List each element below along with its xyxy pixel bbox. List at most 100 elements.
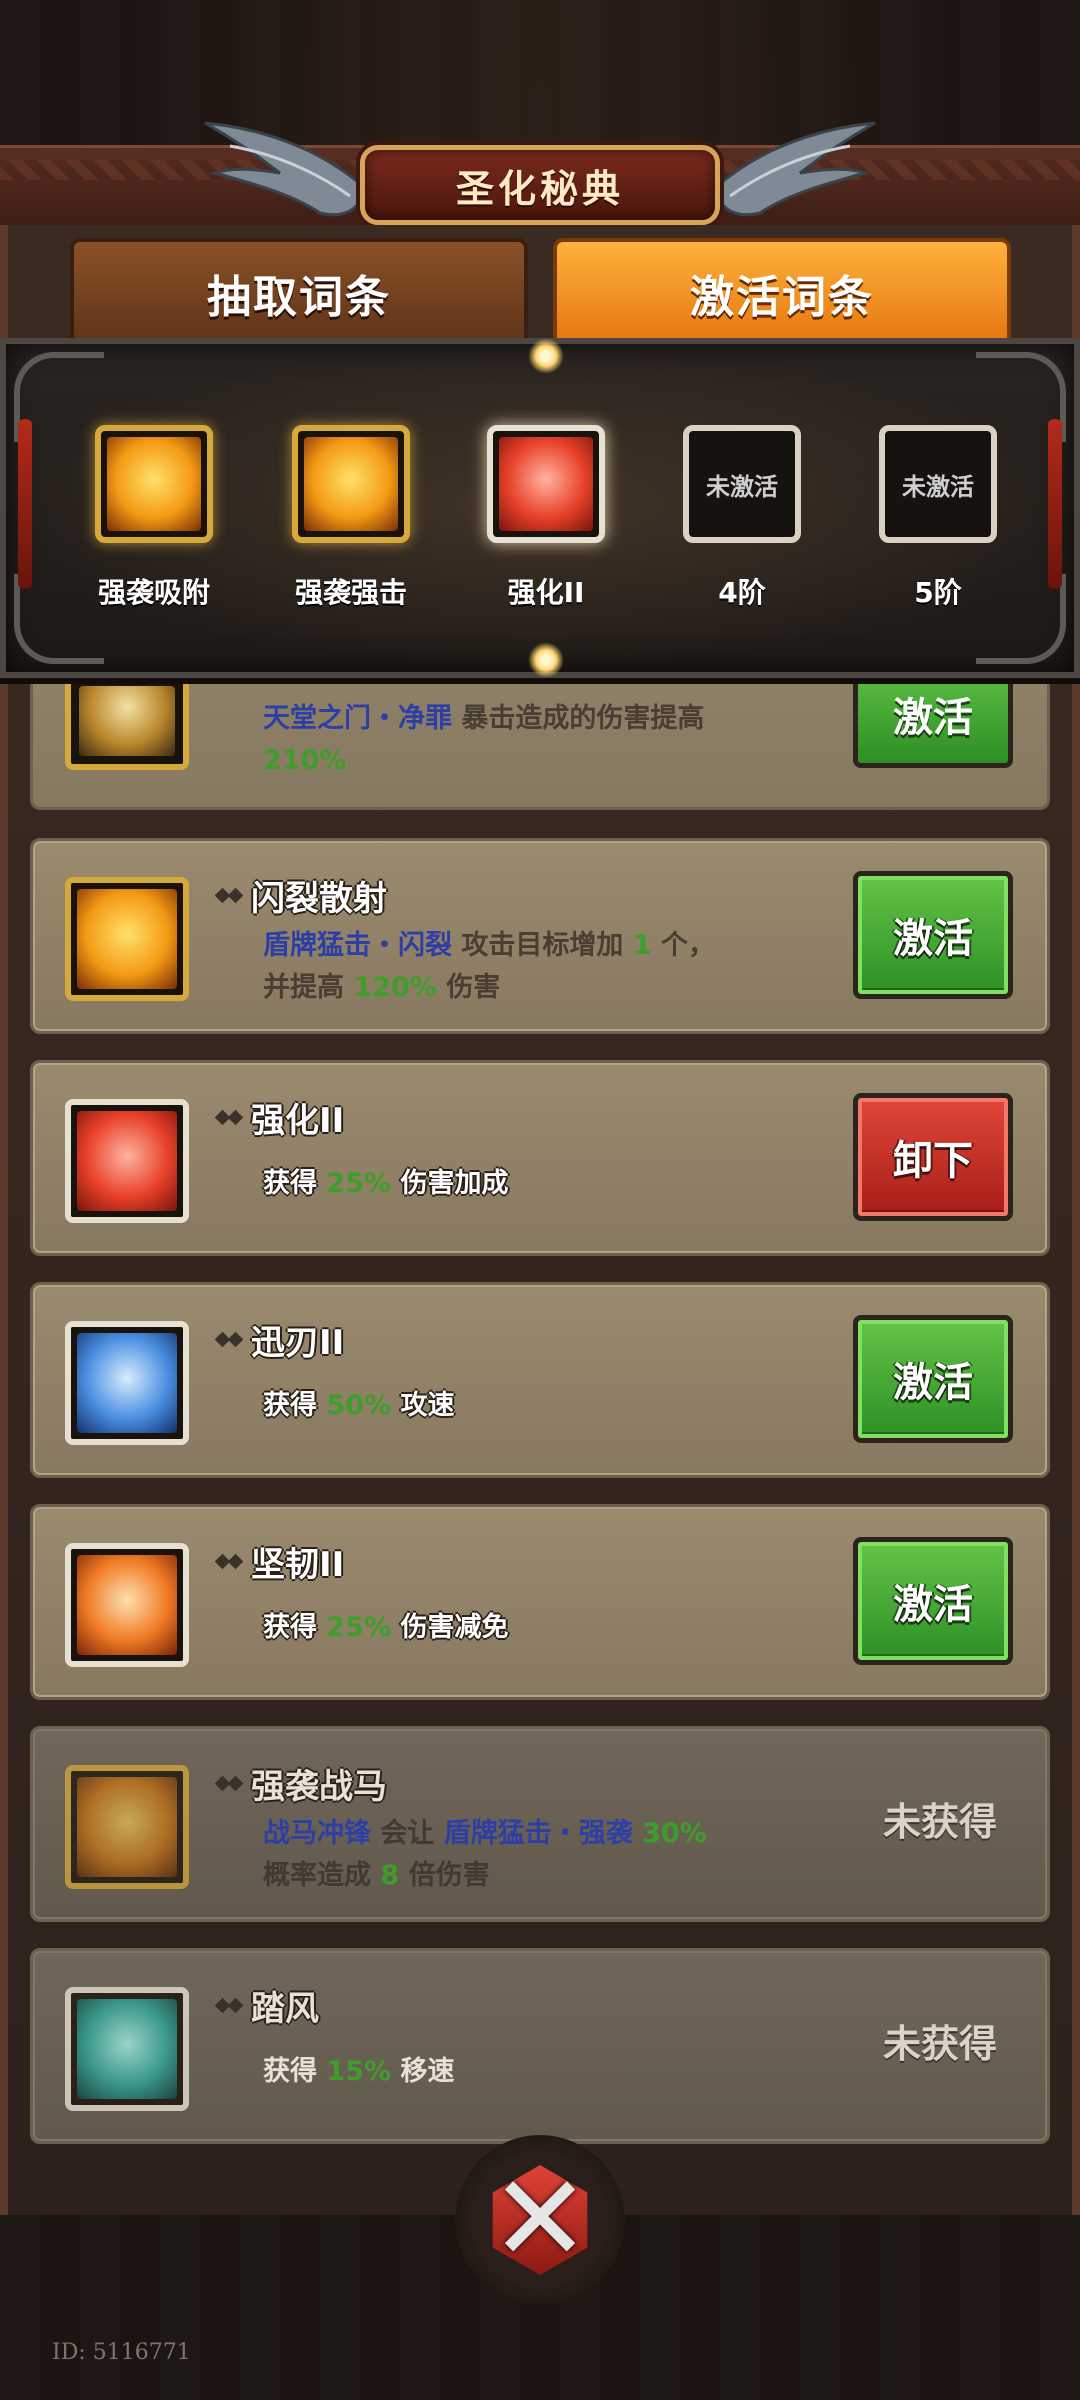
skill-name: 盾牌猛击・强袭 bbox=[443, 1818, 633, 1849]
wind-step-icon bbox=[77, 1999, 177, 2099]
not-obtained-status: 未获得 bbox=[882, 1800, 997, 1844]
not-obtained-status: 未获得 bbox=[882, 2022, 997, 2066]
slot-icon-frame bbox=[487, 425, 605, 543]
list-item: 迅刃II 获得 50% 攻速 激活 bbox=[30, 1282, 1050, 1478]
slot-label: 4阶 bbox=[718, 576, 766, 609]
slot-label: 强袭强击 bbox=[294, 576, 407, 609]
list-item: 坚韧II 获得 25% 伤害减免 激活 bbox=[30, 1504, 1050, 1700]
left-wing-icon bbox=[204, 121, 367, 217]
icon-box bbox=[65, 668, 189, 770]
activate-button[interactable]: 激活 bbox=[853, 871, 1013, 999]
desc-text: 暴击造成的伤害提高 bbox=[461, 703, 705, 734]
entry-description: 盾牌猛击・闪裂 攻击目标增加 1 个， 并提高 120% 伤害 bbox=[263, 925, 843, 1009]
skill-name: 战马冲锋 bbox=[263, 1818, 371, 1849]
shield-strike-icon bbox=[304, 437, 398, 531]
entry-title: 踏风 bbox=[251, 1989, 319, 2029]
list-item: 强袭战马 战马冲锋 会让 盾牌猛击・强袭 30% 概率造成 8 倍伤害 未获得 bbox=[30, 1726, 1050, 1922]
shield-strike-icon bbox=[107, 437, 201, 531]
side-ornament bbox=[1048, 419, 1062, 589]
locked-slot: 未激活 bbox=[879, 425, 997, 543]
equipped-slots-bar: 强袭吸附 强袭强击 强化II 未激活 4阶 未激活 5阶 bbox=[0, 338, 1080, 678]
desc-text: 移速 bbox=[400, 2056, 455, 2087]
diamond-bullet-icon bbox=[217, 1105, 243, 1131]
value-text: 210% bbox=[263, 745, 347, 776]
tab-activate-entries[interactable]: 激活词条 bbox=[553, 238, 1011, 348]
desc-text: 获得 bbox=[263, 1390, 317, 1421]
desc-text: 获得 bbox=[263, 1612, 317, 1643]
icon-box bbox=[65, 877, 189, 1001]
slot-5[interactable]: 未激活 5阶 bbox=[868, 419, 1008, 619]
page-title: 圣化秘典 bbox=[360, 145, 720, 225]
close-button[interactable]: ✕ bbox=[455, 2135, 625, 2305]
desc-text: 倍伤害 bbox=[408, 1860, 490, 1891]
activate-button[interactable]: 激活 bbox=[853, 668, 1013, 768]
activate-button[interactable]: 激活 bbox=[853, 1315, 1013, 1443]
desc-text: 伤害加成 bbox=[400, 1168, 509, 1199]
value-text: 1 bbox=[632, 930, 652, 961]
desc-text: 会让 bbox=[380, 1818, 435, 1849]
entry-description: 天堂之门・净罪 暴击造成的伤害提高 210% bbox=[263, 698, 843, 782]
slot-icon-frame bbox=[95, 425, 213, 543]
value-text: 25% bbox=[326, 1168, 392, 1199]
value-text: 120% bbox=[353, 972, 437, 1003]
desc-text: 概率造成 bbox=[263, 1860, 371, 1891]
icon-box bbox=[65, 1321, 189, 1445]
activate-button[interactable]: 激活 bbox=[853, 1537, 1013, 1665]
icon-box bbox=[65, 1765, 189, 1889]
icon-box bbox=[65, 1099, 189, 1223]
entry-description: 战马冲锋 会让 盾牌猛击・强袭 30% 概率造成 8 倍伤害 bbox=[263, 1813, 843, 1897]
diamond-bullet-icon bbox=[217, 1771, 243, 1797]
heaven-gate-icon bbox=[79, 686, 175, 756]
diamond-bullet-icon bbox=[217, 1327, 243, 1353]
skill-name: 盾牌猛击・闪裂 bbox=[263, 930, 452, 961]
entry-title: 迅刃II bbox=[251, 1323, 345, 1363]
diamond-bullet-icon bbox=[217, 1549, 243, 1575]
slot-label: 5阶 bbox=[914, 576, 962, 609]
icon-box bbox=[65, 1987, 189, 2111]
user-id: ID: 5116771 bbox=[52, 2340, 191, 2365]
locked-slot: 未激活 bbox=[683, 425, 801, 543]
entry-title: 坚韧II bbox=[251, 1545, 345, 1585]
desc-text: 并提高 bbox=[263, 972, 344, 1003]
sparkle-icon bbox=[528, 338, 564, 374]
desc-text: 获得 bbox=[263, 1168, 317, 1199]
icon-box bbox=[65, 1543, 189, 1667]
power-burst-icon bbox=[499, 437, 593, 531]
slot-icon-frame bbox=[292, 425, 410, 543]
sparkle-icon bbox=[528, 642, 564, 678]
slot-2[interactable]: 强袭强击 bbox=[281, 419, 421, 619]
shield-strike-icon bbox=[77, 1777, 177, 1877]
slot-4[interactable]: 未激活 4阶 bbox=[672, 419, 812, 619]
desc-text: 个， bbox=[661, 930, 716, 961]
slot-1[interactable]: 强袭吸附 bbox=[84, 419, 224, 619]
entry-title: 强袭战马 bbox=[251, 1767, 387, 1807]
entry-description: 获得 25% 伤害加成 bbox=[263, 1163, 843, 1205]
close-icon: ✕ bbox=[489, 2150, 591, 2289]
skill-name: 天堂之门・净罪 bbox=[263, 703, 452, 734]
unequip-button[interactable]: 卸下 bbox=[853, 1093, 1013, 1221]
value-text: 50% bbox=[326, 1390, 392, 1421]
slot-label: 强化II bbox=[507, 576, 585, 609]
entry-title: 闪裂散射 bbox=[251, 879, 387, 919]
slot-3[interactable]: 强化II bbox=[476, 419, 616, 619]
list-item: 强化II 获得 25% 伤害加成 卸下 bbox=[30, 1060, 1050, 1256]
list-item: 天堂之门・净罪 暴击造成的伤害提高 210% 激活 bbox=[30, 668, 1050, 810]
power-burst-icon bbox=[77, 1111, 177, 1211]
swift-blade-icon bbox=[77, 1333, 177, 1433]
desc-text: 攻击目标增加 bbox=[461, 930, 624, 961]
list-item: 踏风 获得 15% 移速 未获得 bbox=[30, 1948, 1050, 2144]
value-text: 8 bbox=[380, 1860, 400, 1891]
tab-draw-entries[interactable]: 抽取词条 bbox=[70, 238, 528, 348]
desc-text: 伤害 bbox=[446, 972, 501, 1003]
list-item: 闪裂散射 盾牌猛击・闪裂 攻击目标增加 1 个， 并提高 120% 伤害 激活 bbox=[30, 838, 1050, 1034]
shield-flash-icon bbox=[77, 889, 177, 989]
slot-label: 强袭吸附 bbox=[97, 576, 210, 609]
star-shield-icon bbox=[77, 1555, 177, 1655]
entry-description: 获得 15% 移速 bbox=[263, 2051, 843, 2093]
right-wing-icon bbox=[713, 121, 876, 217]
desc-text: 攻速 bbox=[400, 1390, 455, 1421]
entry-title: 强化II bbox=[251, 1101, 345, 1141]
value-text: 15% bbox=[326, 2056, 392, 2087]
diamond-bullet-icon bbox=[217, 1993, 243, 2019]
diamond-bullet-icon bbox=[217, 883, 243, 909]
